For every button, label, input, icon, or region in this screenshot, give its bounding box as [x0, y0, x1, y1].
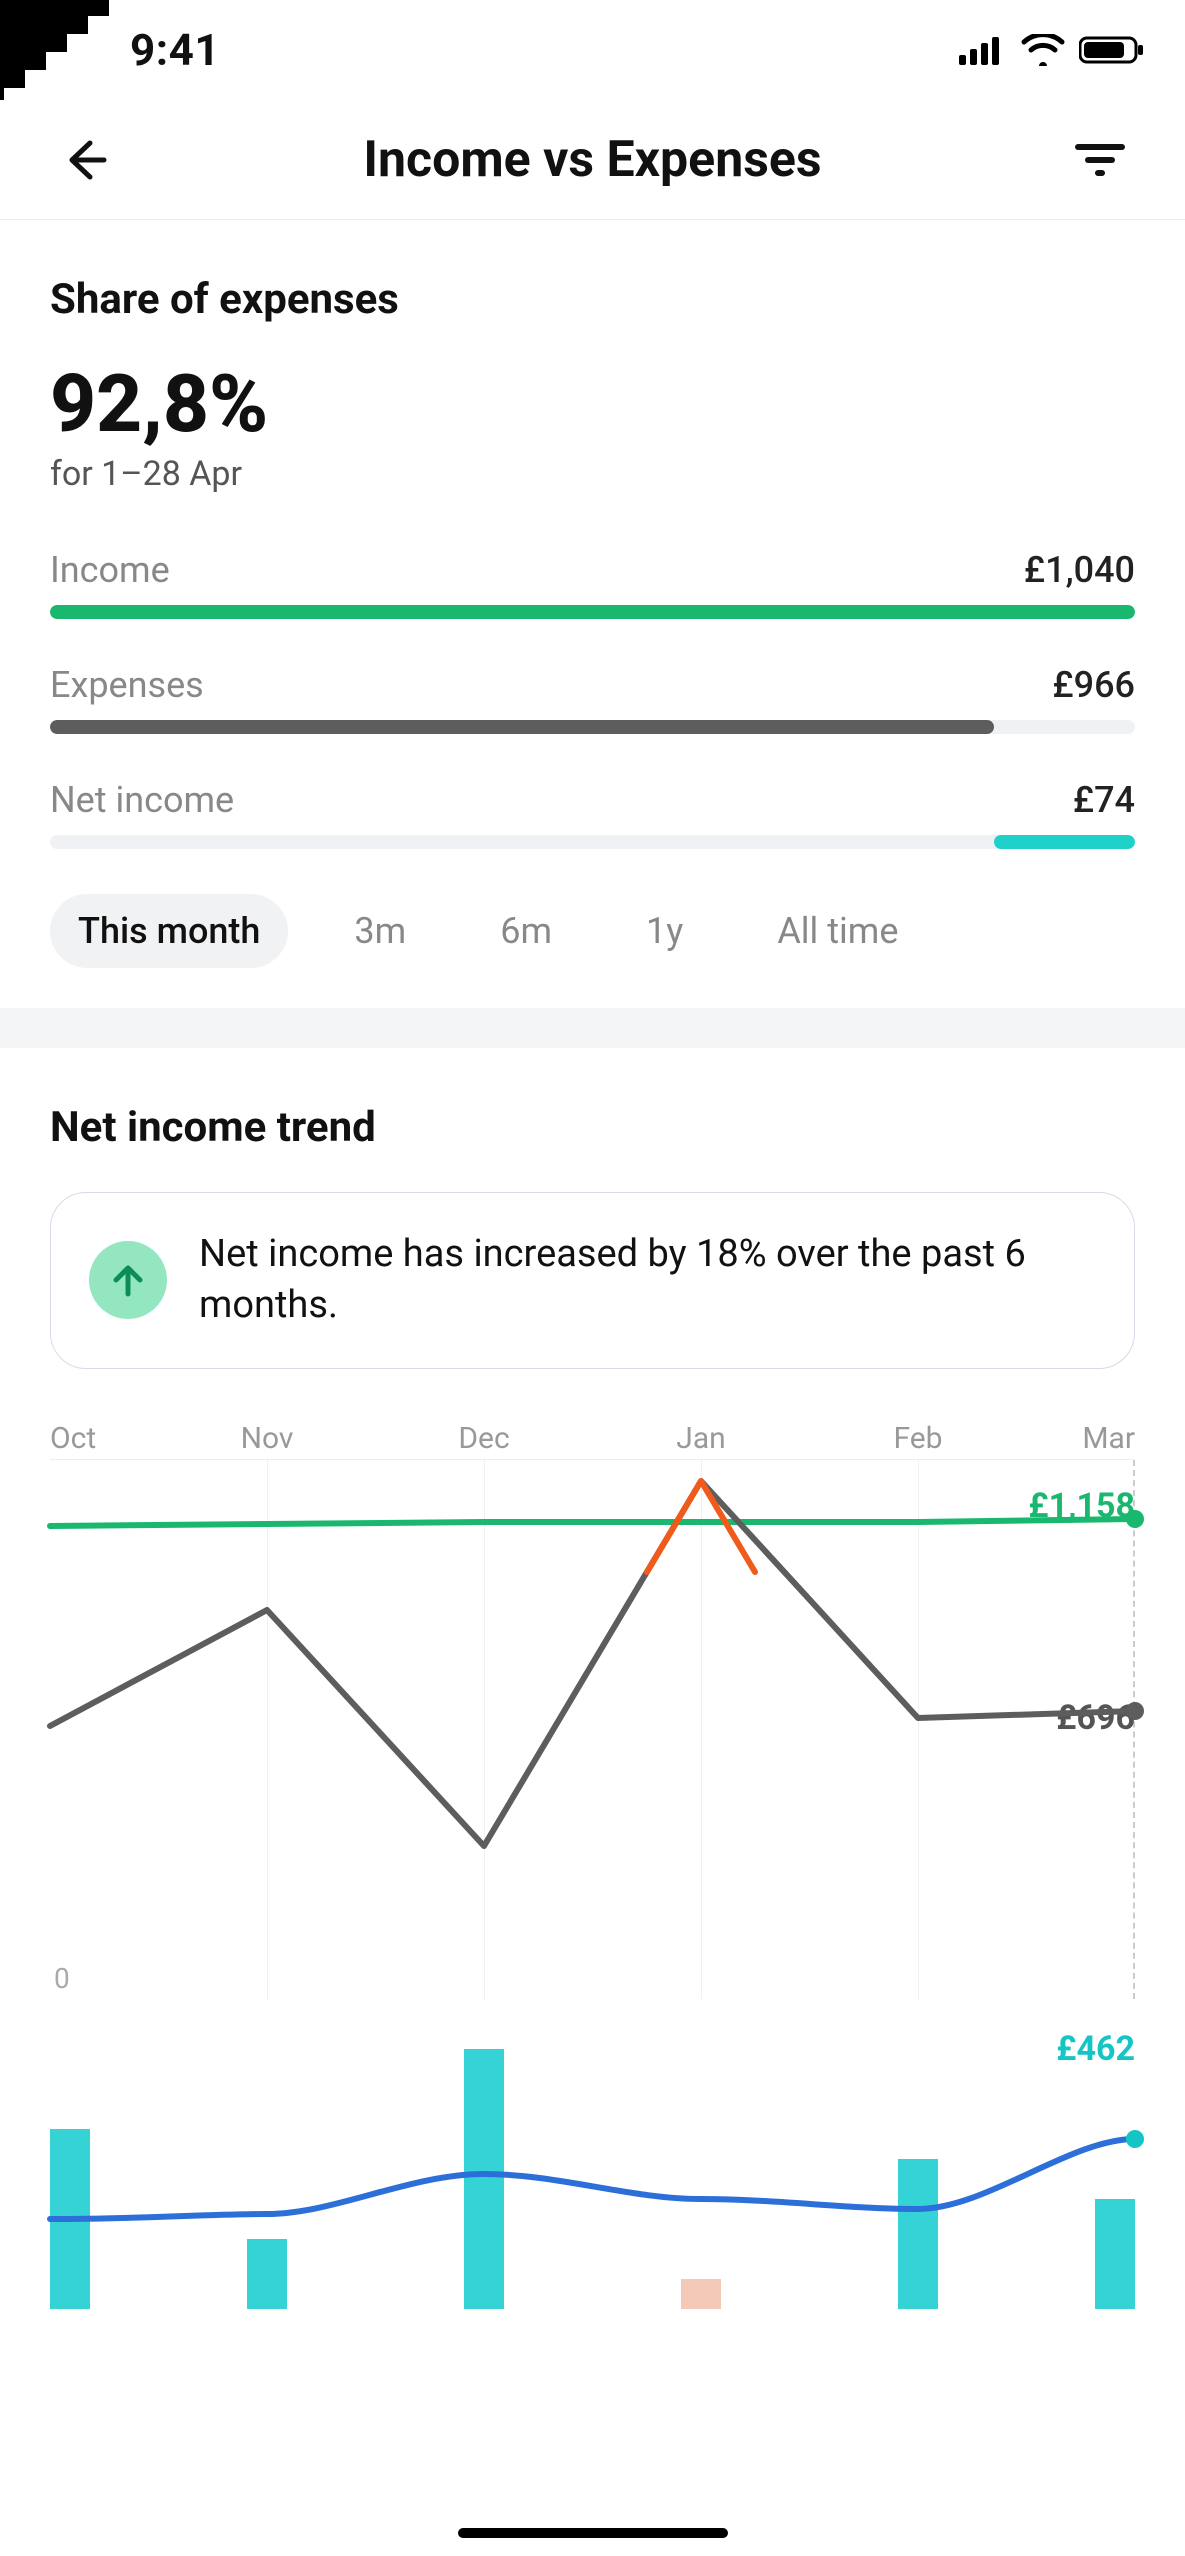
- battery-icon: [1079, 34, 1145, 66]
- bar-mar: [1095, 2199, 1135, 2309]
- period-tabs: This month 3m 6m 1y All time: [50, 894, 1135, 968]
- trend-chart-xlabels: Oct Nov Dec Jan Feb Mar: [50, 1419, 1135, 1459]
- status-time: 9:41: [130, 24, 220, 76]
- bar-feb: [898, 2159, 938, 2309]
- xlabel-mar: Mar: [1082, 1421, 1135, 1456]
- net-label: Net income: [50, 779, 234, 821]
- xlabel-feb: Feb: [893, 1421, 942, 1456]
- overlay-line: [50, 2139, 1135, 2219]
- income-bar-row: Income £1,040: [50, 549, 1135, 619]
- income-value: £1,040: [1024, 549, 1135, 591]
- bottom-bar-chart: £462: [50, 2029, 1135, 2309]
- expenses-percent: 92,8%: [50, 364, 1135, 444]
- trend-insight-card: Net income has increased by 18% over the…: [50, 1192, 1135, 1369]
- trend-chart: Oct Nov Dec Jan Feb Mar £1,158 £696: [50, 1419, 1135, 1999]
- arrow-up-icon: [108, 1260, 148, 1300]
- cellular-icon: [959, 35, 1007, 65]
- trend-up-badge: [89, 1241, 167, 1319]
- net-bar-fill: [994, 835, 1135, 849]
- income-label: Income: [50, 549, 170, 591]
- trend-expenses-end-dot: [1126, 1702, 1144, 1720]
- trend-chart-area: £1,158 £696 0: [50, 1459, 1135, 1999]
- share-section-title: Share of expenses: [50, 275, 1135, 324]
- expenses-bar-row: Expenses £966: [50, 664, 1135, 734]
- date-range: for 1–28 Apr: [50, 454, 1135, 494]
- xlabel-jan: Jan: [676, 1421, 725, 1456]
- trend-chart-lines: [50, 1460, 1135, 2000]
- expenses-label: Expenses: [50, 664, 204, 706]
- xlabel-dec: Dec: [458, 1421, 509, 1456]
- trend-expenses-line: [50, 1481, 1135, 1846]
- expenses-bar-fill: [50, 720, 994, 734]
- section-divider: [0, 1008, 1185, 1048]
- share-of-expenses-section: Share of expenses 92,8% for 1–28 Apr Inc…: [0, 220, 1185, 1008]
- net-income-trend-section: Net income trend Net income has increase…: [0, 1048, 1185, 2309]
- tab-6m[interactable]: 6m: [472, 894, 580, 968]
- tab-all-time[interactable]: All time: [749, 894, 926, 968]
- trend-insight-text: Net income has increased by 18% over the…: [199, 1229, 1096, 1332]
- bar-nov: [247, 2239, 287, 2309]
- page-title: Income vs Expenses: [120, 131, 1065, 189]
- status-indicators: [959, 34, 1145, 66]
- net-bar-track: [50, 835, 1135, 849]
- expenses-value: £966: [1052, 664, 1135, 706]
- home-indicator: [458, 2528, 728, 2538]
- overlay-end-dot: [1126, 2130, 1144, 2148]
- expenses-bar-track: [50, 720, 1135, 734]
- status-bar: 9:41: [0, 0, 1185, 100]
- bottom-chart-svg: [50, 2029, 1135, 2309]
- filter-button[interactable]: [1065, 125, 1135, 195]
- trend-ylabel-zero: 0: [54, 1962, 70, 1995]
- tab-1y[interactable]: 1y: [618, 894, 711, 968]
- arrow-left-icon: [62, 137, 108, 183]
- income-bar-track: [50, 605, 1135, 619]
- tab-this-month[interactable]: This month: [50, 894, 288, 968]
- net-bar-row: Net income £74: [50, 779, 1135, 849]
- trend-income-line: [50, 1519, 1135, 1526]
- net-value: £74: [1073, 779, 1135, 821]
- filter-icon: [1073, 140, 1127, 180]
- trend-income-end-dot: [1126, 1510, 1144, 1528]
- wifi-icon: [1021, 34, 1065, 66]
- back-button[interactable]: [50, 125, 120, 195]
- app-header: Income vs Expenses: [0, 100, 1185, 220]
- xlabel-nov: Nov: [241, 1421, 294, 1456]
- tab-3m[interactable]: 3m: [326, 894, 434, 968]
- xlabel-oct: Oct: [50, 1421, 96, 1456]
- bar-dec: [464, 2049, 504, 2309]
- bar-jan: [681, 2279, 721, 2309]
- trend-section-title: Net income trend: [50, 1103, 1135, 1152]
- income-bar-fill: [50, 605, 1135, 619]
